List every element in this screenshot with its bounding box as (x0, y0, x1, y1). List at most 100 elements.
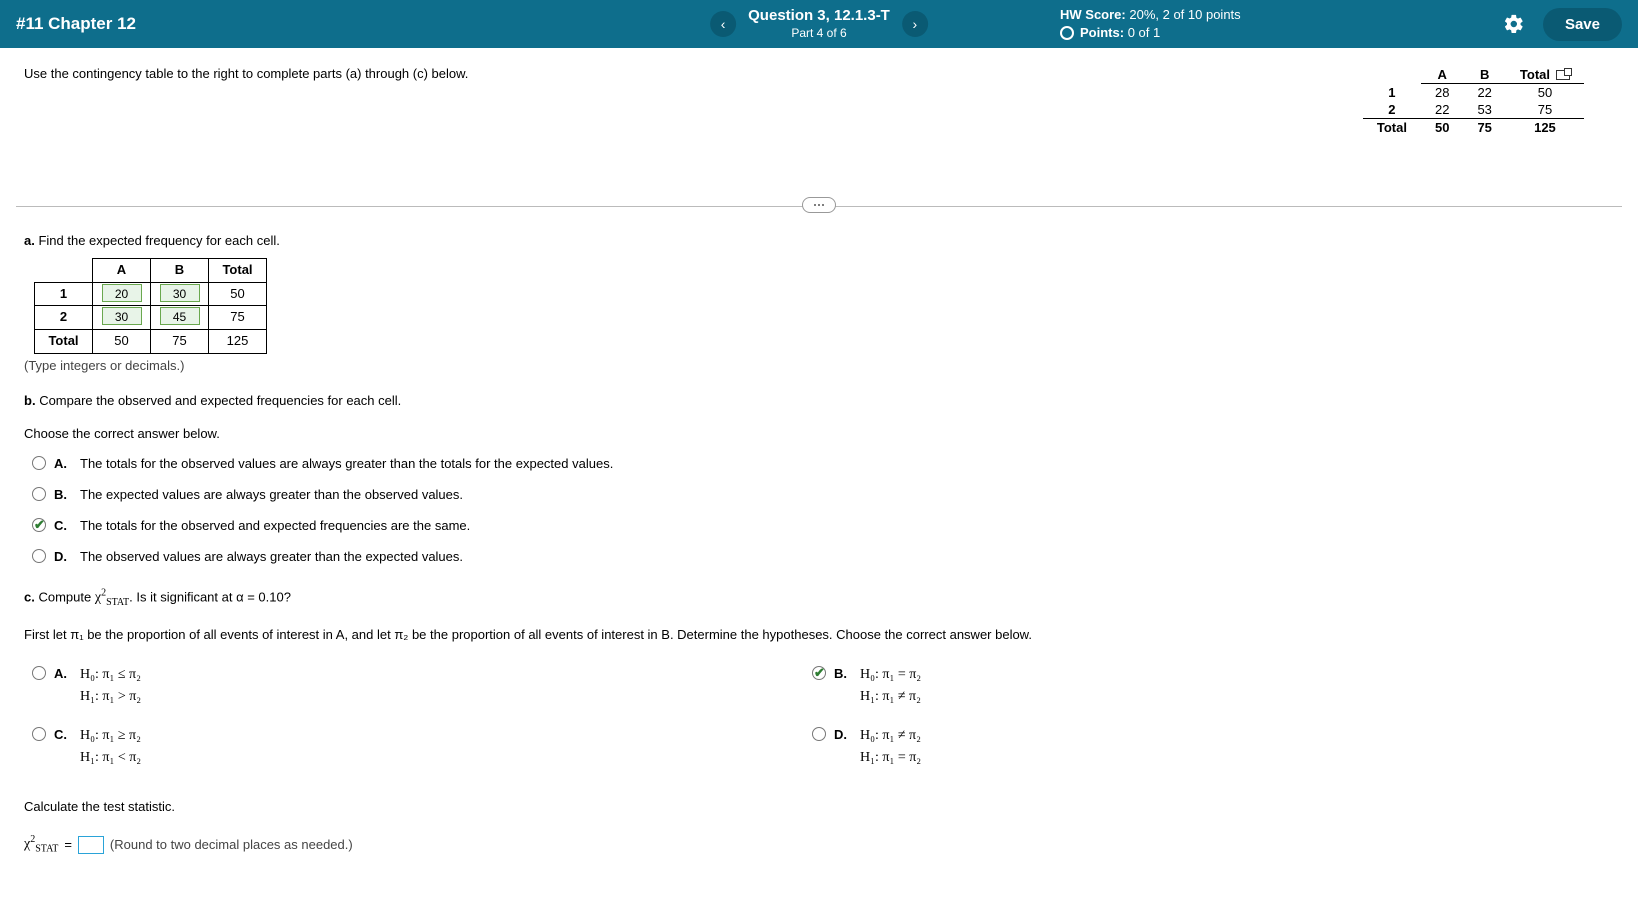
option-b[interactable]: B.H₀: π₁ = π₂H₁: π₁ ≠ π₂ (812, 664, 1532, 709)
part-b-label: b. (24, 393, 36, 408)
save-button[interactable]: Save (1543, 8, 1622, 41)
table-cell[interactable]: 30 (151, 282, 209, 306)
radio-icon[interactable] (812, 727, 826, 741)
part-c-label: c. (24, 589, 35, 604)
radio-icon[interactable] (32, 518, 46, 532)
table-cell[interactable]: 20 (93, 282, 151, 306)
next-question-button[interactable]: › (902, 11, 928, 37)
part-c-options: A.H₀: π₁ ≤ π₂H₁: π₁ > π₂ C.H₀: π₁ ≥ π₂H₁… (32, 654, 1614, 780)
ct-col-a: A (1421, 66, 1463, 84)
option-text: H₀: π₁ ≠ π₂H₁: π₁ = π₂ (860, 725, 921, 770)
table-cell: 75 (1463, 119, 1505, 137)
option-c[interactable]: C.H₀: π₁ ≥ π₂H₁: π₁ < π₂ (32, 725, 752, 770)
table-cell: 75 (1506, 101, 1584, 119)
question-title: Question 3, 12.1.3-T (748, 6, 890, 26)
expand-icon[interactable] (1556, 70, 1570, 80)
table-cell: 50 (1506, 84, 1584, 102)
gear-icon[interactable] (1503, 13, 1525, 35)
option-d[interactable]: D.H₀: π₁ ≠ π₂H₁: π₁ = π₂ (812, 725, 1532, 770)
ct-row2: 2 (1363, 101, 1421, 119)
option-text: The totals for the observed and expected… (80, 516, 470, 537)
ct-row1: 1 (1363, 84, 1421, 102)
input-cell-1a: 20 (102, 284, 142, 302)
option-c[interactable]: C.The totals for the observed and expect… (32, 516, 1614, 537)
test-stat-row: χ2STAT = (Round to two decimal places as… (24, 832, 1614, 857)
points-label: Points: (1080, 25, 1124, 40)
part-a: a. Find the expected frequency for each … (24, 231, 1614, 377)
input-cell-1b: 30 (160, 284, 200, 302)
table-cell: 75 (151, 330, 209, 354)
ct-row-total: Total (1363, 119, 1421, 137)
prev-question-button[interactable]: ‹ (710, 11, 736, 37)
option-text: H₀: π₁ = π₂H₁: π₁ ≠ π₂ (860, 664, 921, 709)
part-a-hint: (Type integers or decimals.) (24, 356, 1614, 377)
option-b[interactable]: B.The expected values are always greater… (32, 485, 1614, 506)
calc-prompt: Calculate the test statistic. (24, 797, 1614, 818)
more-icon[interactable] (802, 197, 836, 213)
prompt-row: Use the contingency table to the right t… (24, 66, 1614, 136)
equals-sign: = (64, 835, 72, 856)
part-b-options: A.The totals for the observed values are… (32, 454, 1614, 567)
prompt-text: Use the contingency table to the right t… (24, 66, 468, 81)
exp-col-a: A (93, 258, 151, 282)
part-c-pre: Compute (38, 589, 94, 604)
option-a[interactable]: A.The totals for the observed values are… (32, 454, 1614, 475)
table-cell: 22 (1421, 101, 1463, 119)
radio-icon[interactable] (812, 666, 826, 680)
points-value: 0 of 1 (1128, 25, 1161, 40)
points-icon (1060, 26, 1074, 40)
table-cell: 50 (209, 282, 267, 306)
part-c: c. Compute χ2STAT. Is it significant at … (24, 586, 1614, 858)
option-text: The observed values are always greater t… (80, 547, 463, 568)
ct-col-total: Total (1506, 66, 1584, 84)
option-d[interactable]: D.The observed values are always greater… (32, 547, 1614, 568)
radio-icon[interactable] (32, 487, 46, 501)
option-text: The expected values are always greater t… (80, 485, 463, 506)
part-c-post: . Is it significant at α = 0.10? (129, 589, 291, 604)
exp-row2: 2 (35, 306, 93, 330)
contingency-table: ABTotal 1282250 2225375 Total5075125 (1363, 66, 1584, 136)
test-stat-input[interactable] (78, 836, 104, 854)
radio-icon[interactable] (32, 666, 46, 680)
part-b: b. Compare the observed and expected fre… (24, 391, 1614, 568)
question-info: Question 3, 12.1.3-T Part 4 of 6 (748, 6, 890, 41)
expected-freq-table: ABTotal 1203050 2304575 Total5075125 (34, 258, 267, 354)
input-cell-2a: 30 (102, 307, 142, 325)
question-body: Use the contingency table to the right t… (0, 48, 1638, 912)
ct-col-b: B (1463, 66, 1505, 84)
table-cell[interactable]: 30 (93, 306, 151, 330)
option-a[interactable]: A.H₀: π₁ ≤ π₂H₁: π₁ > π₂ (32, 664, 752, 709)
radio-icon[interactable] (32, 549, 46, 563)
chi-stat-symbol: χ2STAT (95, 590, 129, 605)
part-c-hypotheses-prompt: First let π₁ be the proportion of all ev… (24, 625, 1614, 646)
table-cell: 50 (1421, 119, 1463, 137)
round-hint: (Round to two decimal places as needed.) (110, 835, 353, 856)
table-cell: 125 (209, 330, 267, 354)
exp-row-total: Total (35, 330, 93, 354)
part-a-label: a. (24, 233, 35, 248)
table-cell: 75 (209, 306, 267, 330)
table-cell: 53 (1463, 101, 1505, 119)
table-cell: 28 (1421, 84, 1463, 102)
hw-score-label: HW Score: (1060, 7, 1126, 22)
chi-stat-symbol: χ2STAT (24, 832, 58, 857)
option-text: The totals for the observed values are a… (80, 454, 613, 475)
option-text: H₀: π₁ ≤ π₂H₁: π₁ > π₂ (80, 664, 141, 709)
part-a-text: Find the expected frequency for each cel… (38, 233, 279, 248)
hw-score-value: 20%, 2 of 10 points (1129, 7, 1240, 22)
exp-col-b: B (151, 258, 209, 282)
radio-icon[interactable] (32, 456, 46, 470)
input-cell-2b: 45 (160, 307, 200, 325)
radio-icon[interactable] (32, 727, 46, 741)
question-part: Part 4 of 6 (748, 26, 890, 42)
header-actions: Save (1503, 8, 1622, 41)
table-cell: 22 (1463, 84, 1505, 102)
app-header: #11 Chapter 12 ‹ Question 3, 12.1.3-T Pa… (0, 0, 1638, 48)
section-divider (16, 206, 1622, 207)
exp-col-total: Total (209, 258, 267, 282)
table-cell[interactable]: 45 (151, 306, 209, 330)
hw-title: #11 Chapter 12 (16, 14, 136, 34)
score-block: HW Score: 20%, 2 of 10 points Points: 0 … (1060, 6, 1241, 42)
table-cell: 50 (93, 330, 151, 354)
question-nav: ‹ Question 3, 12.1.3-T Part 4 of 6 › (710, 6, 928, 41)
